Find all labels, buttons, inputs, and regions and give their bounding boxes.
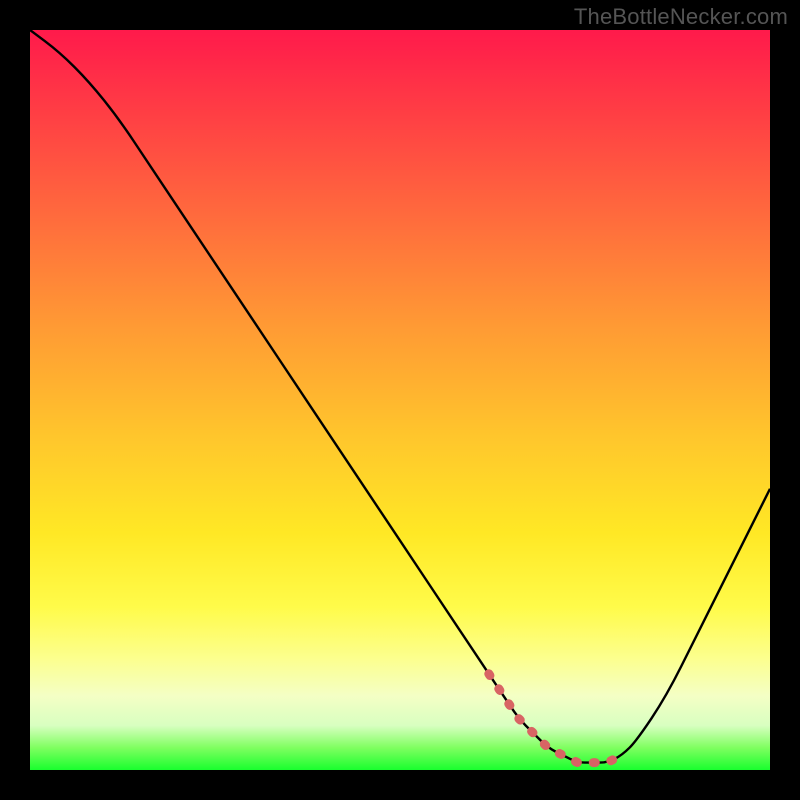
curve-svg (30, 30, 770, 770)
valley-highlight (489, 674, 622, 763)
chart-frame: TheBottleNecker.com (0, 0, 800, 800)
plot-area (30, 30, 770, 770)
watermark-text: TheBottleNecker.com (574, 4, 788, 30)
bottleneck-curve (30, 30, 770, 763)
